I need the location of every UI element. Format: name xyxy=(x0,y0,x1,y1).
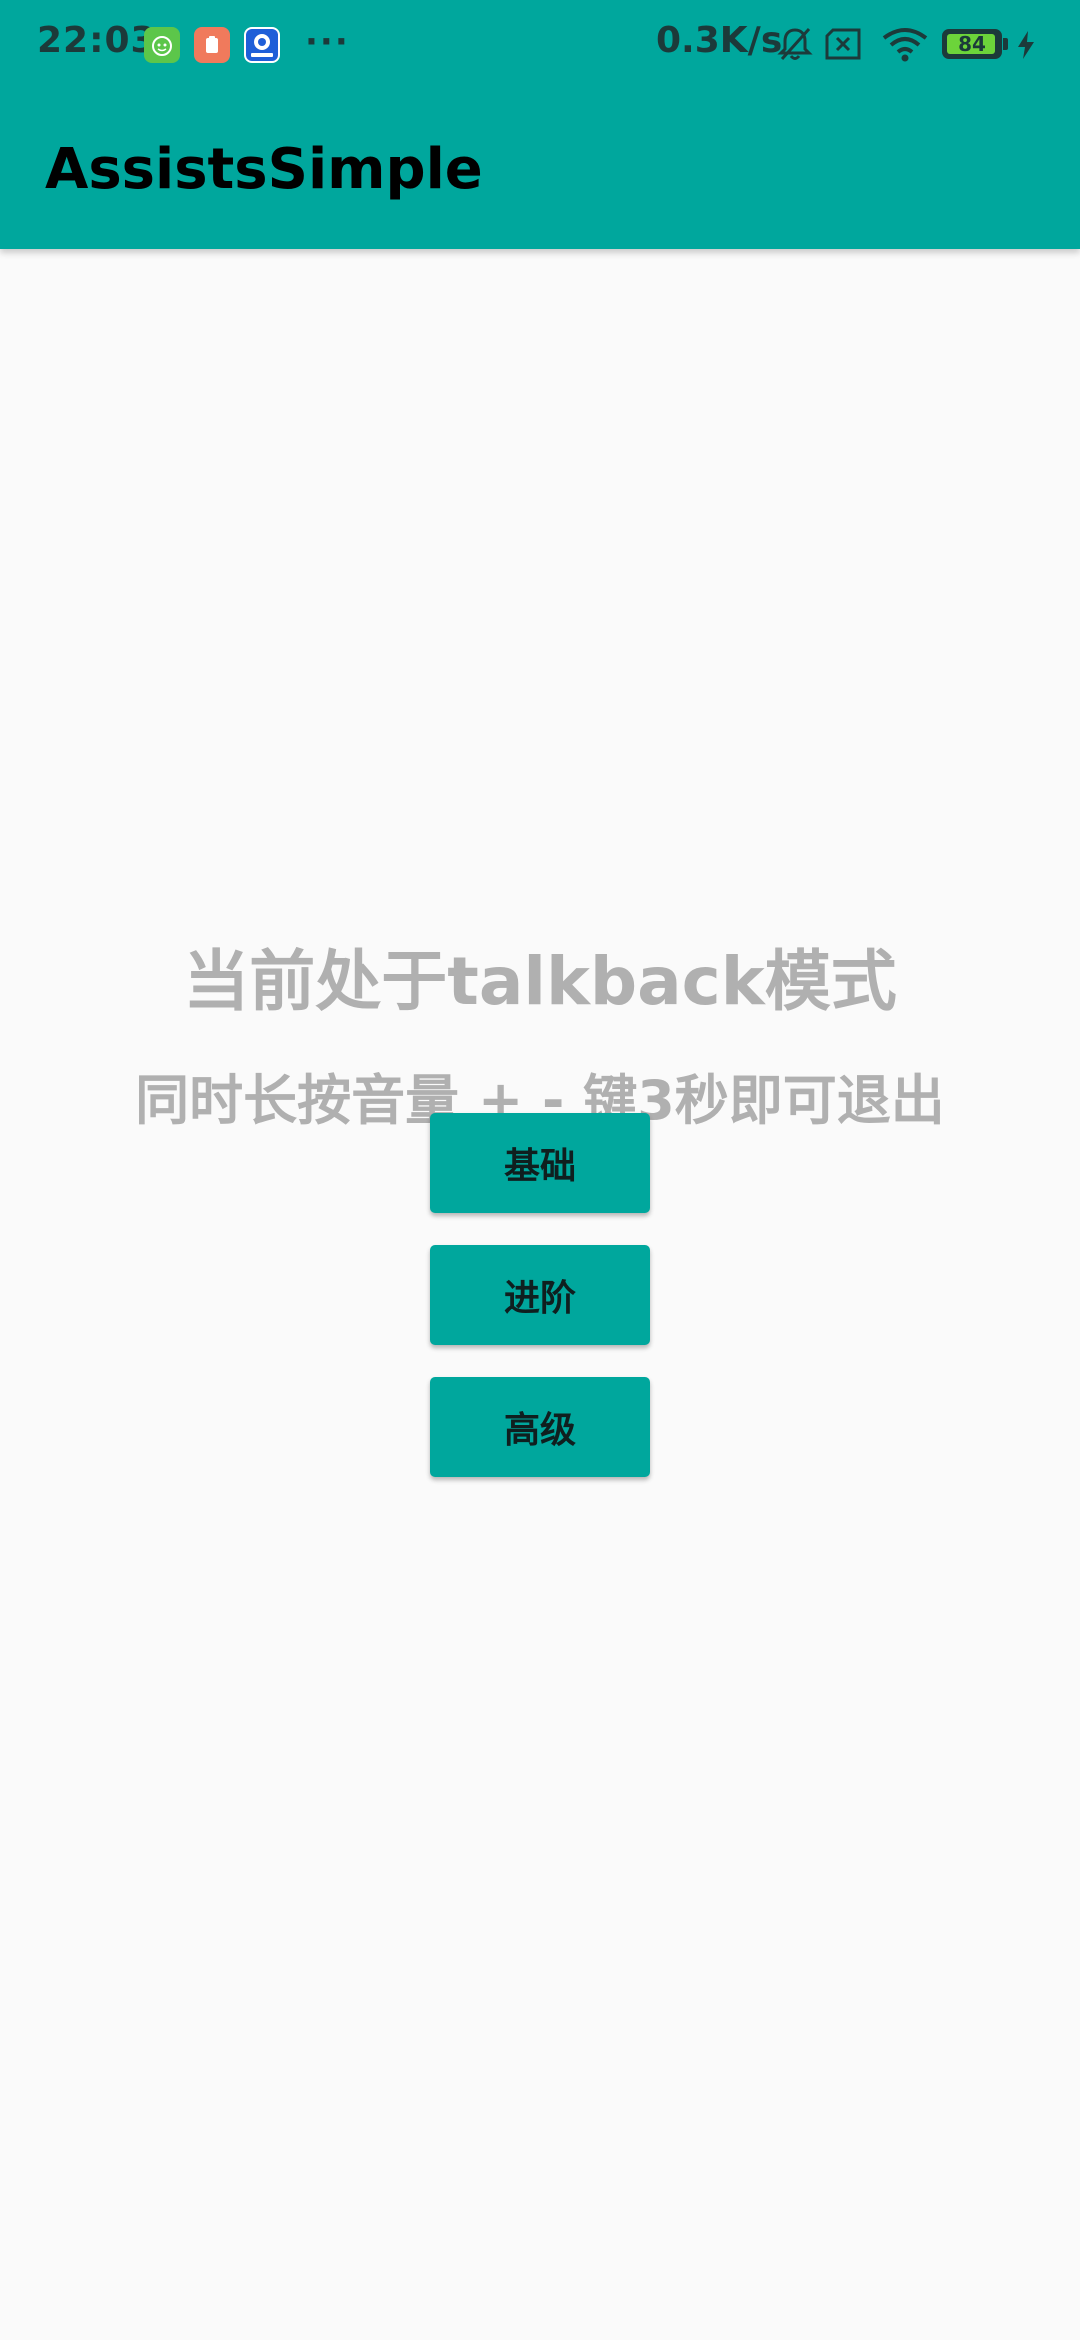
talkback-mode-headline: 当前处于talkback模式 xyxy=(183,943,897,1020)
app-top-bar: 22:03 ··· 0.3K/s 84 AssistsSimple xyxy=(0,0,1080,249)
sim-none-icon xyxy=(823,24,865,68)
more-notifications-indicator: ··· xyxy=(305,22,350,62)
battery-tip xyxy=(1003,38,1008,50)
status-bar: 22:03 ··· 0.3K/s 84 xyxy=(0,0,1080,90)
bell-muted-icon xyxy=(775,24,815,68)
basic-button[interactable]: 基础 xyxy=(430,1113,650,1213)
battery-level: 84 xyxy=(958,32,986,56)
clipboard-app-icon xyxy=(194,27,230,63)
advanced-button[interactable]: 进阶 xyxy=(430,1245,650,1345)
status-time: 22:03 xyxy=(37,20,157,61)
charging-icon xyxy=(1015,30,1037,64)
battery-icon: 84 xyxy=(942,29,1002,59)
cat-app-icon xyxy=(144,27,180,63)
network-speed: 0.3K/s xyxy=(656,20,783,61)
wifi-icon xyxy=(880,24,930,68)
app-title: AssistsSimple xyxy=(45,137,483,202)
expert-button[interactable]: 高级 xyxy=(430,1377,650,1477)
video-app-icon xyxy=(244,27,280,63)
